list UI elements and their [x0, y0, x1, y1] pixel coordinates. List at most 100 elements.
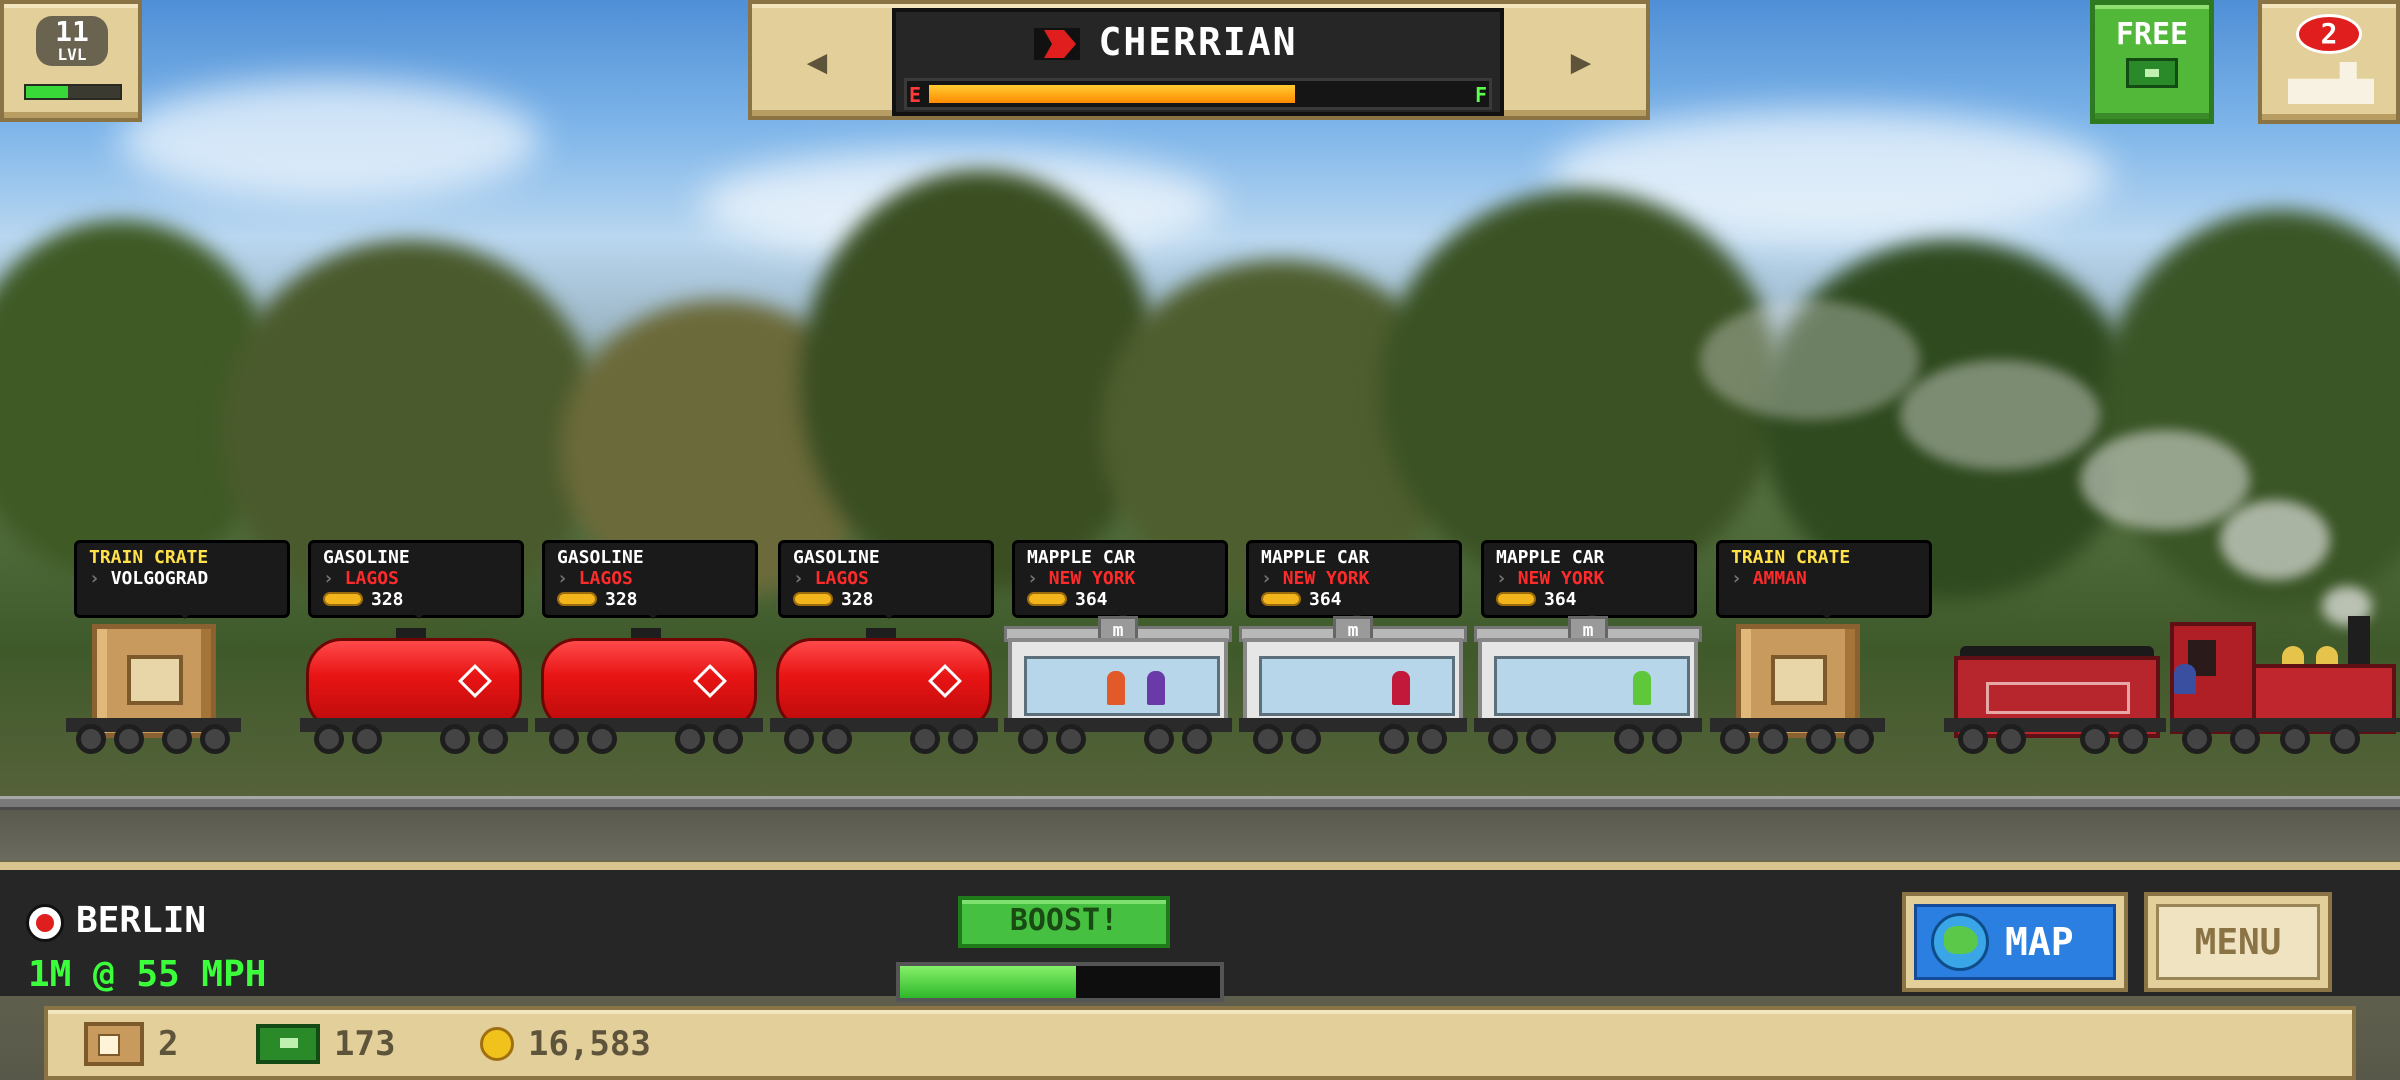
menu-button[interactable]: MENU — [2144, 892, 2332, 992]
cargo-title: MAPPLE CAR — [1496, 547, 1605, 568]
mapple-car[interactable]: m — [1239, 616, 1467, 754]
wheel — [1182, 724, 1212, 754]
fuel-full-label: F — [1474, 83, 1487, 107]
wheel — [200, 724, 230, 754]
smoke — [2220, 500, 2330, 580]
cargo-destination: NEW YORK — [1496, 568, 1682, 589]
wheel — [1758, 724, 1788, 754]
crate-count-value: 2 — [158, 1024, 179, 1064]
wheel — [822, 724, 852, 754]
fuel-level-fill — [929, 85, 1295, 103]
cargo-payout: 328 — [323, 589, 509, 610]
level-indicator[interactable]: 11 LVL — [0, 0, 142, 122]
mapple-car-body — [1243, 638, 1463, 730]
wheel — [2182, 724, 2212, 754]
cargo-title: TRAIN CRATE — [1731, 547, 1851, 568]
wheel — [1996, 724, 2026, 754]
next-train-button[interactable]: ▶ — [1526, 24, 1636, 100]
wheel — [1958, 724, 1988, 754]
station-marker-icon — [26, 904, 64, 942]
payout-value: 328 — [841, 589, 874, 610]
boost-button[interactable]: BOOST! — [958, 896, 1170, 948]
coin-icon — [480, 1027, 514, 1061]
fuel-empty-label: E — [909, 83, 922, 107]
cargo-payout: 328 — [557, 589, 743, 610]
wheel — [2330, 724, 2360, 754]
cargo-title: GASOLINE — [323, 547, 410, 568]
wheel — [1806, 724, 1836, 754]
level-label: LVL — [57, 45, 87, 64]
mapple-car-body — [1478, 638, 1698, 730]
mapple-car[interactable]: m — [1474, 616, 1702, 754]
notification-badge: 2 — [2296, 14, 2362, 54]
payout-value: 364 — [1309, 589, 1342, 610]
mapple-car[interactable]: m — [1004, 616, 1232, 754]
payout-value: 364 — [1075, 589, 1108, 610]
trains-button[interactable]: 2 — [2258, 0, 2400, 124]
rail-track — [0, 796, 2400, 810]
payout-value: 328 — [371, 589, 404, 610]
train-name: CHERRIAN — [1098, 20, 1298, 64]
wheel — [440, 724, 470, 754]
store-window — [1024, 656, 1220, 716]
tank-car[interactable] — [770, 616, 998, 754]
coin-icon — [793, 592, 833, 606]
cash-count: 173 — [256, 1020, 395, 1068]
mapple-car-body — [1008, 638, 1228, 730]
wheel — [675, 724, 705, 754]
prev-train-button[interactable]: ◀ — [762, 24, 872, 100]
payout-value: 328 — [605, 589, 638, 610]
wheel — [162, 724, 192, 754]
cargo-title: GASOLINE — [793, 547, 880, 568]
menu-label: MENU — [2156, 904, 2320, 980]
wheel — [1652, 724, 1682, 754]
wheel — [2280, 724, 2310, 754]
tank-car[interactable] — [535, 616, 763, 754]
wheel — [478, 724, 508, 754]
tank-car[interactable] — [300, 616, 528, 754]
cargo-title: MAPPLE CAR — [1261, 547, 1370, 568]
xp-progress-fill — [26, 86, 69, 98]
hazard-diamond-icon — [693, 664, 727, 698]
car-label: MAPPLE CAR NEW YORK 364 — [1481, 540, 1697, 619]
cargo-destination: NEW YORK — [1261, 568, 1447, 589]
cargo-payout: 364 — [1496, 589, 1682, 610]
cargo-destination: LAGOS — [323, 568, 509, 589]
tender-plate — [1986, 682, 2130, 714]
cargo-payout: 328 — [793, 589, 979, 610]
hazard-diamond-icon — [928, 664, 962, 698]
crate-icon — [84, 1022, 144, 1066]
wheel — [1253, 724, 1283, 754]
smokestack — [2348, 616, 2370, 668]
tender-car[interactable] — [1944, 616, 2166, 754]
car-label: GASOLINE LAGOS 328 — [778, 540, 994, 619]
coin-icon — [1027, 592, 1067, 606]
coin-count: 16,583 — [480, 1020, 651, 1068]
chevron-right-icon: ▶ — [1570, 42, 1592, 82]
wheel — [352, 724, 382, 754]
train-stamp-icon — [1771, 655, 1827, 705]
wheel — [549, 724, 579, 754]
wheel — [1056, 724, 1086, 754]
cash-icon — [256, 1024, 320, 1064]
cargo-destination: VOLGOGRAD — [89, 568, 275, 589]
free-cash-button[interactable]: FREE — [2090, 0, 2214, 124]
cloud — [120, 80, 540, 200]
xp-progress-bar — [24, 84, 122, 100]
hazard-diamond-icon — [458, 664, 492, 698]
cargo-destination: LAGOS — [557, 568, 743, 589]
cargo-destination: AMMAN — [1731, 568, 1917, 589]
station-name: BERLIN — [76, 900, 207, 941]
locomotive[interactable] — [2170, 616, 2400, 754]
crate-car[interactable] — [1710, 616, 1885, 754]
coin-count-value: 16,583 — [528, 1024, 651, 1064]
car-label: GASOLINE LAGOS 328 — [308, 540, 524, 619]
fuel-gauge: E F — [904, 78, 1492, 110]
boost-progress-bar — [896, 962, 1224, 1002]
car-label: GASOLINE LAGOS 328 — [542, 540, 758, 619]
map-button[interactable]: MAP — [1902, 892, 2128, 992]
crate-car[interactable] — [66, 616, 241, 754]
cargo-title: MAPPLE CAR — [1027, 547, 1136, 568]
cargo-title: GASOLINE — [557, 547, 644, 568]
wheel — [1379, 724, 1409, 754]
